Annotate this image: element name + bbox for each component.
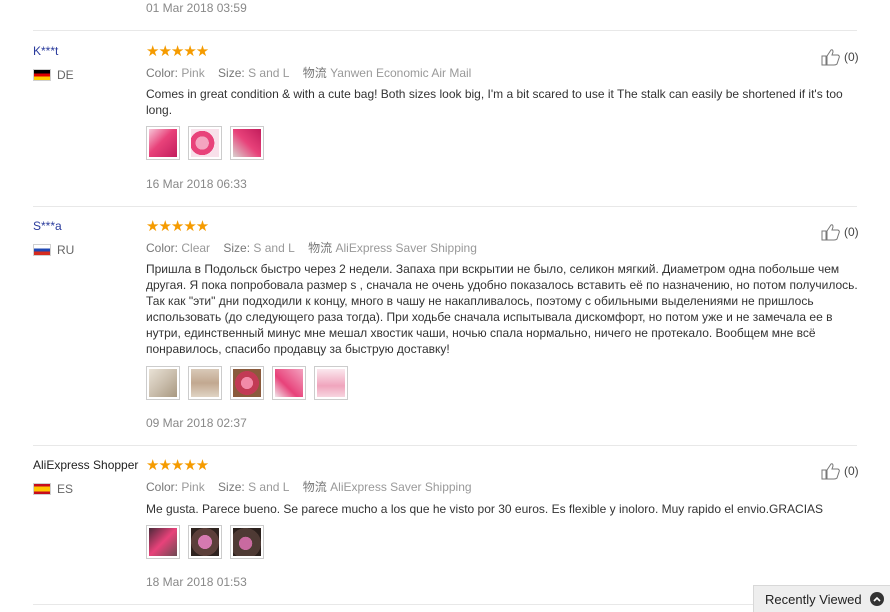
helpful-button[interactable]: (0) <box>821 462 859 480</box>
thumbs-up-icon <box>821 463 840 480</box>
recently-viewed-label: Recently Viewed <box>765 591 862 607</box>
russia-flag-icon <box>33 244 51 256</box>
divider <box>33 206 857 207</box>
review-photo-thumbnail[interactable] <box>146 126 180 160</box>
review-date: 18 Mar 2018 01:53 <box>146 575 247 589</box>
review-photo-thumbnail[interactable] <box>188 126 222 160</box>
review-photo-thumbnail[interactable] <box>230 525 264 559</box>
size-label: Size: <box>218 66 245 80</box>
size-value: S and L <box>248 66 290 80</box>
helpful-button[interactable]: (0) <box>821 223 859 241</box>
helpful-count: (0) <box>844 225 859 239</box>
size-label: Size: <box>223 241 251 255</box>
review-photo-thumbnail[interactable] <box>230 126 264 160</box>
divider <box>33 445 857 446</box>
size-label: Size: <box>218 480 245 494</box>
helpful-count: (0) <box>844 464 859 478</box>
recently-viewed-button[interactable]: Recently Viewed <box>753 585 890 612</box>
shipping-label: 物流 <box>308 241 333 255</box>
review-photos <box>146 366 356 400</box>
shipping-label: 物流 <box>302 66 327 80</box>
reviewer-name[interactable]: K***t <box>33 44 58 58</box>
color-value: Pink <box>181 480 205 494</box>
country-code: ES <box>57 482 74 496</box>
country-code: RU <box>57 243 75 257</box>
review-photo-thumbnail[interactable] <box>188 525 222 559</box>
review-photo-thumbnail[interactable] <box>146 366 180 400</box>
spain-flag-icon <box>33 483 51 495</box>
divider <box>33 30 857 31</box>
reviewer-country: RU <box>33 243 74 257</box>
thumbs-up-icon <box>821 224 840 241</box>
review-photo-thumbnail[interactable] <box>188 366 222 400</box>
helpful-button[interactable]: (0) <box>821 48 859 66</box>
reviewer-country: DE <box>33 68 74 82</box>
reviewer-name[interactable]: S***a <box>33 219 62 233</box>
review-date: 01 Mar 2018 03:59 <box>146 1 247 15</box>
thumbs-up-icon <box>821 49 840 66</box>
size-value: S and L <box>253 241 295 255</box>
star-rating: ★★★★★ <box>146 43 209 60</box>
star-rating: ★★★★★ <box>146 457 209 474</box>
review-text: Пришла в Подольск быстро через 2 недели.… <box>146 262 858 356</box>
review-text: Comes in great condition & with a cute b… <box>146 87 843 117</box>
color-label: Color: <box>146 480 179 494</box>
review-photos <box>146 525 272 559</box>
reviewer-country: ES <box>33 482 73 496</box>
color-value: Pink <box>181 66 205 80</box>
color-label: Color: <box>146 241 179 255</box>
review-photo-thumbnail[interactable] <box>314 366 348 400</box>
review-date: 09 Mar 2018 02:37 <box>146 416 247 430</box>
helpful-count: (0) <box>844 50 859 64</box>
size-value: S and L <box>248 480 290 494</box>
shipping-label: 物流 <box>302 480 327 494</box>
review-text: Me gusta. Parece bueno. Se parece mucho … <box>146 502 824 516</box>
review-photo-thumbnail[interactable] <box>272 366 306 400</box>
review-date: 16 Mar 2018 06:33 <box>146 177 247 191</box>
shipping-value: Yanwen Economic Air Mail <box>330 66 472 80</box>
germany-flag-icon <box>33 69 51 81</box>
color-label: Color: <box>146 66 179 80</box>
order-info: Color: Pink Size: S and L 物流 Yanwen Econ… <box>146 64 481 81</box>
shipping-value: AliExpress Saver Shipping <box>330 480 472 494</box>
reviewer-name: AliExpress Shopper <box>33 458 139 472</box>
country-code: DE <box>57 68 74 82</box>
divider <box>33 604 857 605</box>
color-value: Clear <box>181 241 211 255</box>
order-info: Color: Pink Size: S and L 物流 AliExpress … <box>146 478 482 495</box>
order-info: Color: Clear Size: S and L 物流 AliExpress… <box>146 239 487 256</box>
review-photo-thumbnail[interactable] <box>146 525 180 559</box>
review-photos <box>146 126 272 160</box>
review-photo-thumbnail[interactable] <box>230 366 264 400</box>
shipping-value: AliExpress Saver Shipping <box>335 241 477 255</box>
star-rating: ★★★★★ <box>146 218 209 235</box>
chevron-up-icon <box>869 592 884 606</box>
